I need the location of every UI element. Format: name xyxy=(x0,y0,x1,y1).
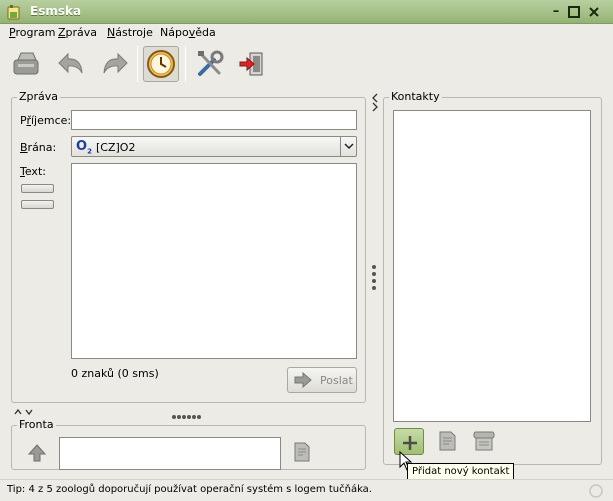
recipient-label: Příjemce: xyxy=(20,114,72,127)
splitter-arrows-icon[interactable] xyxy=(13,407,35,417)
busy-indicator-icon xyxy=(589,484,603,498)
title-bar: Esmska – xyxy=(0,0,613,24)
toolbar-separator xyxy=(185,46,186,82)
recipient-input[interactable] xyxy=(71,110,357,130)
delete-contact-icon[interactable] xyxy=(472,430,496,452)
gateway-value: [CZ]O2 xyxy=(96,141,136,154)
vertical-splitter-handle[interactable] xyxy=(372,265,376,293)
text-label: Text: xyxy=(20,165,46,178)
close-icon[interactable] xyxy=(586,4,602,20)
chevron-down-icon[interactable] xyxy=(340,137,356,156)
arrow-right-icon xyxy=(294,372,312,388)
exit-icon[interactable] xyxy=(234,46,270,82)
status-bar: Tip: 4 z 5 zoologů doporučují používat o… xyxy=(0,479,613,501)
arrow-up-icon[interactable] xyxy=(27,443,47,463)
message-text-area[interactable] xyxy=(71,163,357,359)
gateway-select[interactable]: O2 [CZ]O2 xyxy=(71,136,357,157)
o2-logo-icon: O2 xyxy=(76,139,92,156)
app-battery-icon xyxy=(7,5,20,20)
send-button[interactable]: Poslat xyxy=(287,367,357,393)
add-contact-tooltip: Přidat nový kontakt xyxy=(407,463,515,480)
toolbar-separator xyxy=(137,46,138,82)
compose-icon[interactable] xyxy=(8,46,44,82)
plus-icon xyxy=(403,436,417,450)
redo-icon[interactable] xyxy=(96,46,132,82)
toolbar xyxy=(0,42,613,86)
history-clock-icon[interactable] xyxy=(143,46,179,82)
minimize-icon[interactable]: – xyxy=(548,4,564,20)
text-action-button-1[interactable] xyxy=(21,184,54,193)
menu-program[interactable]: Program xyxy=(9,26,55,39)
splitter-chevrons-icon[interactable] xyxy=(371,92,379,112)
undo-icon[interactable] xyxy=(54,46,90,82)
queue-group-title: Fronta xyxy=(17,418,56,431)
contacts-list[interactable] xyxy=(393,110,591,422)
message-group-title: Zpráva xyxy=(17,90,61,103)
menu-message[interactable]: Zpráva xyxy=(58,26,97,39)
menu-help[interactable]: Nápověda xyxy=(160,26,216,39)
queue-list[interactable] xyxy=(59,437,281,470)
window-title: Esmska xyxy=(30,4,82,18)
character-counter: 0 znaků (0 sms) xyxy=(71,367,159,380)
contacts-group-title: Kontakty xyxy=(389,90,442,103)
send-button-label: Poslat xyxy=(320,374,353,387)
menu-bar: Program Zpráva Nástroje Nápověda xyxy=(0,24,613,42)
horizontal-splitter-handle[interactable] xyxy=(172,409,202,419)
menu-tools[interactable]: Nástroje xyxy=(107,26,153,39)
status-tip: Tip: 4 z 5 zoologů doporučují používat o… xyxy=(7,484,372,495)
edit-contact-icon[interactable] xyxy=(437,430,459,452)
maximize-icon[interactable] xyxy=(566,4,582,20)
text-action-button-2[interactable] xyxy=(21,200,54,209)
edit-document-icon[interactable] xyxy=(292,441,312,463)
tools-icon[interactable] xyxy=(192,46,228,82)
gateway-label: Brána: xyxy=(20,141,57,154)
